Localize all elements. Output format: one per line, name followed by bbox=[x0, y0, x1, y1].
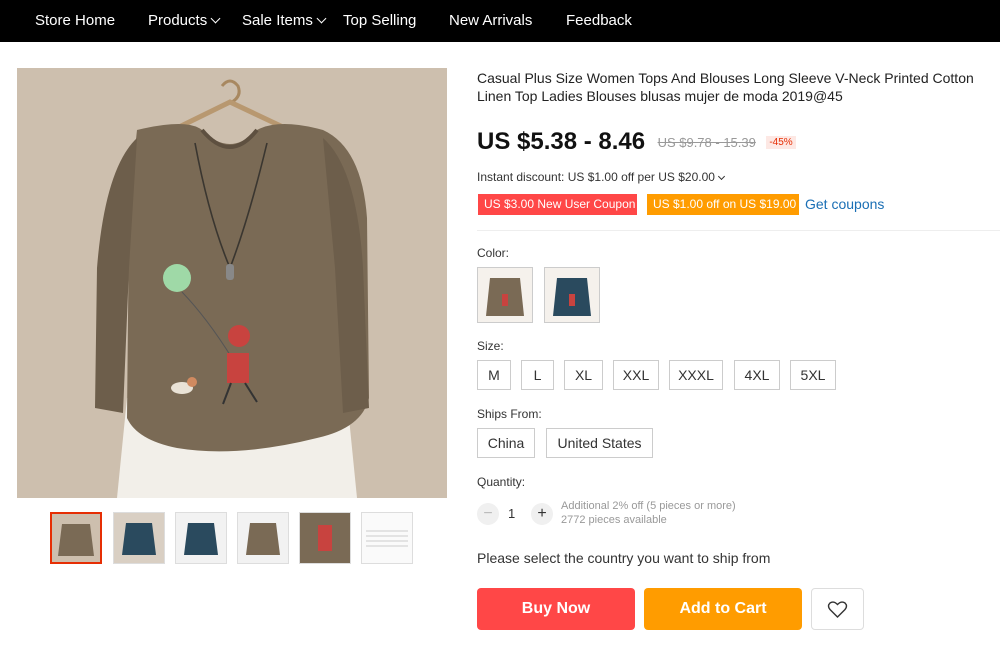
size-option-m[interactable]: M bbox=[477, 360, 511, 390]
size-option-xxl[interactable]: XXL bbox=[613, 360, 659, 390]
size-option-xxxl[interactable]: XXXL bbox=[669, 360, 723, 390]
color-swatch-navy[interactable] bbox=[544, 267, 600, 323]
size-option-l[interactable]: L bbox=[521, 360, 554, 390]
size-option-xl[interactable]: XL bbox=[564, 360, 603, 390]
buy-now-button[interactable]: Buy Now bbox=[477, 588, 635, 630]
chevron-down-icon bbox=[316, 13, 327, 24]
nav-store-home[interactable]: Store Home bbox=[35, 0, 115, 42]
size-option-5xl[interactable]: 5XL bbox=[790, 360, 836, 390]
product-main-image[interactable] bbox=[17, 68, 447, 498]
nav-label: New Arrivals bbox=[449, 12, 533, 29]
top-nav: Store Home Products Sale Items Top Selli… bbox=[0, 0, 1000, 42]
thumbnail-2[interactable] bbox=[113, 512, 165, 564]
nav-label: Store Home bbox=[35, 12, 116, 29]
ships-option-united-states[interactable]: United States bbox=[546, 428, 653, 458]
product-title: Casual Plus Size Women Tops And Blouses … bbox=[477, 70, 974, 104]
chevron-down-icon bbox=[717, 172, 725, 181]
thumbnail-5[interactable] bbox=[299, 512, 351, 564]
nav-new-arrivals[interactable]: New Arrivals bbox=[449, 0, 532, 42]
thumbnail-image bbox=[176, 513, 226, 563]
ship-country-note: Please select the country you want to sh… bbox=[477, 550, 771, 566]
nav-label: Feedback bbox=[566, 12, 632, 29]
new-user-coupon[interactable]: US $3.00 New User Coupon bbox=[478, 194, 637, 215]
quantity-increase-button[interactable]: + bbox=[531, 503, 553, 525]
thumbnail-image bbox=[238, 513, 288, 563]
quantity-decrease-button[interactable]: − bbox=[477, 503, 499, 525]
ships-from-label: Ships From: bbox=[477, 407, 542, 421]
wishlist-button[interactable] bbox=[811, 588, 864, 630]
thumbnail-image bbox=[362, 513, 412, 563]
stock-available: 2772 pieces available bbox=[561, 514, 667, 526]
swatch-image bbox=[486, 278, 524, 316]
instant-discount-text: Instant discount: US $1.00 off per US $2… bbox=[477, 170, 715, 184]
nav-products[interactable]: Products bbox=[148, 0, 221, 42]
color-swatch-brown[interactable] bbox=[477, 267, 533, 323]
thumbnail-1[interactable] bbox=[50, 512, 102, 564]
nav-sale-items[interactable]: Sale Items bbox=[242, 0, 327, 42]
quantity-value[interactable]: 1 bbox=[508, 506, 515, 521]
nav-label: Top Selling bbox=[343, 12, 417, 29]
size-option-4xl[interactable]: 4XL bbox=[734, 360, 780, 390]
thumbnail-6[interactable] bbox=[361, 512, 413, 564]
chevron-down-icon bbox=[210, 13, 221, 24]
thumbnail-image bbox=[52, 514, 100, 562]
instant-discount[interactable]: Instant discount: US $1.00 off per US $2… bbox=[477, 170, 725, 184]
nav-label: Products bbox=[148, 12, 208, 29]
quantity-label: Quantity: bbox=[477, 475, 526, 489]
thumbnail-image bbox=[114, 513, 164, 563]
divider bbox=[477, 230, 1000, 231]
thumbnail-image bbox=[300, 513, 350, 563]
shirt-illustration bbox=[17, 68, 447, 498]
thumbnail-4[interactable] bbox=[237, 512, 289, 564]
price-row: US $5.38 - 8.46 US $9.78 - 15.39 -45% bbox=[477, 128, 796, 156]
current-price: US $5.38 - 8.46 bbox=[477, 128, 646, 155]
thumbnail-3[interactable] bbox=[175, 512, 227, 564]
original-price: US $9.78 - 15.39 bbox=[657, 134, 756, 150]
store-coupon[interactable]: US $1.00 off on US $19.00 bbox=[647, 194, 799, 215]
add-to-cart-button[interactable]: Add to Cart bbox=[644, 588, 802, 630]
color-label: Color: bbox=[477, 246, 510, 260]
swatch-image bbox=[553, 278, 591, 316]
heart-icon bbox=[827, 601, 848, 618]
nav-label: Sale Items bbox=[242, 12, 313, 29]
nav-top-selling[interactable]: Top Selling bbox=[343, 0, 416, 42]
nav-feedback[interactable]: Feedback bbox=[566, 0, 632, 42]
bulk-discount-note: Additional 2% off (5 pieces or more) bbox=[561, 500, 736, 512]
ships-option-china[interactable]: China bbox=[477, 428, 535, 458]
get-coupons-link[interactable]: Get coupons bbox=[805, 196, 884, 212]
discount-badge: -45% bbox=[766, 135, 796, 149]
size-label: Size: bbox=[477, 339, 504, 353]
